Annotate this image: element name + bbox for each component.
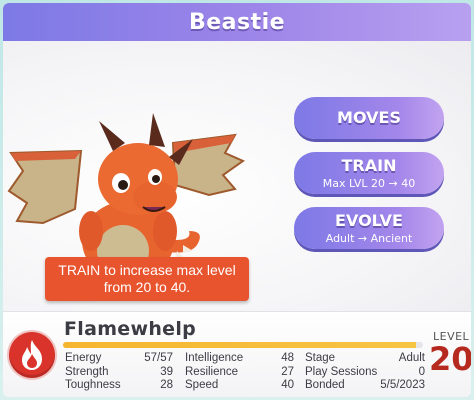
stats-column-1: Energy 57/57 Strength 39 Toughness 28: [65, 352, 173, 393]
title-bar: Beastie: [3, 3, 471, 41]
stat-label: Play Sessions: [305, 365, 378, 378]
train-button[interactable]: TRAIN Max LVL 20 → 40: [294, 152, 444, 194]
creature-info-panel: Flamewhelp LEVEL 20 Energy 57/57 Strength…: [3, 311, 471, 397]
stat-label: Bonded: [305, 379, 345, 391]
xp-progress-bar: [63, 342, 423, 348]
stat-label: Intelligence: [185, 352, 244, 364]
train-button-label: TRAIN: [341, 155, 397, 175]
stat-value: 5/5/2023: [380, 379, 425, 391]
stat-value: 40: [281, 379, 294, 391]
stats-column-2: Intelligence 48 Resilience 27 Speed 40: [185, 352, 294, 393]
moves-button-label: MOVES: [337, 108, 401, 127]
stat-label: Energy: [65, 352, 102, 364]
stat-row: Speed 40: [185, 379, 294, 393]
stat-value: 39: [160, 365, 173, 378]
stat-value: 27: [281, 365, 294, 378]
train-hint-tooltip: TRAIN to increase max level from 20 to 4…: [45, 257, 249, 301]
train-hint-text: TRAIN to increase max level from 20 to 4…: [58, 262, 236, 295]
stat-row: Bonded 5/5/2023: [305, 379, 425, 393]
stat-row: Intelligence 48: [185, 352, 294, 366]
train-button-sublabel: Max LVL 20 → 40: [322, 176, 416, 190]
flame-icon: [22, 340, 42, 370]
stat-row: Toughness 28: [65, 379, 173, 393]
creature-name: Flamewhelp: [64, 318, 197, 340]
level-value: 20: [429, 340, 471, 378]
xp-progress-fill: [63, 342, 416, 348]
stat-value: 48: [281, 352, 294, 364]
stat-value: 0: [418, 365, 425, 378]
stat-label: Resilience: [185, 365, 239, 378]
beastie-screen: Beastie MOVES TRAIN Max LVL 20 → 40 EVOL…: [3, 3, 471, 397]
stats-column-3: Stage Adult Play Sessions 0 Bonded 5/5/2023: [305, 352, 425, 393]
stat-row: Resilience 27: [185, 366, 294, 380]
stat-value: 57/57: [144, 352, 173, 364]
element-emblem: [9, 332, 55, 378]
stat-row: Stage Adult: [305, 352, 425, 366]
stat-row: Strength 39: [65, 366, 173, 380]
stat-label: Toughness: [65, 379, 121, 391]
evolve-button-sublabel: Adult → Ancient: [325, 231, 413, 245]
stat-label: Strength: [65, 365, 109, 378]
stat-value: Adult: [398, 352, 425, 364]
evolve-button-label: EVOLVE: [335, 210, 403, 230]
moves-button[interactable]: MOVES: [294, 97, 444, 139]
stat-row: Play Sessions 0: [305, 366, 425, 380]
stat-value: 28: [160, 379, 173, 391]
page-title: Beastie: [188, 9, 286, 35]
evolve-button[interactable]: EVOLVE Adult → Ancient: [294, 207, 444, 249]
stat-row: Energy 57/57: [65, 352, 173, 366]
stat-label: Stage: [305, 352, 336, 364]
stat-label: Speed: [185, 379, 219, 391]
